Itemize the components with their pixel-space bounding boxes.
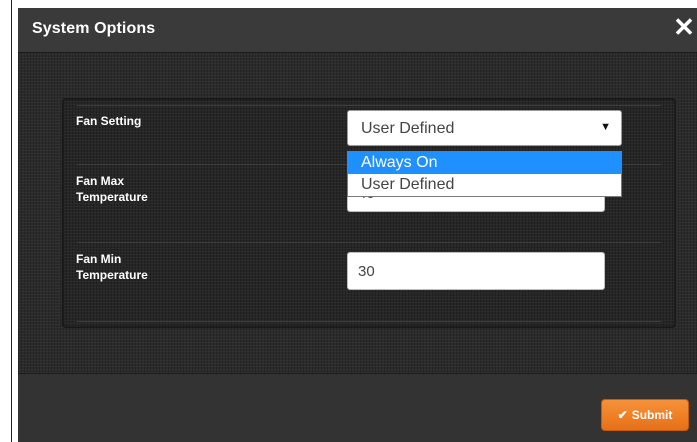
fan-max-temperature-label: Fan Max Temperature [76, 173, 148, 205]
screen: System Options ✕ Fan Setting Fan Max Tem… [0, 0, 697, 442]
check-icon: ✔ [617, 408, 628, 422]
dialog-header: System Options ✕ [18, 8, 697, 53]
submit-button[interactable]: ✔ Submit [601, 399, 689, 431]
chevron-down-icon: ▼ [600, 121, 611, 133]
dialog-title: System Options [32, 20, 156, 37]
fan-setting-dropdown-list: Always On User Defined [347, 151, 622, 197]
dialog-footer: ✔ Submit [18, 373, 697, 442]
dropdown-option-always-on[interactable]: Always On [348, 152, 621, 174]
fan-min-label-line1: Fan Min [76, 252, 122, 266]
row-divider [77, 105, 661, 106]
row-divider [77, 242, 661, 243]
dropdown-option-user-defined[interactable]: User Defined [348, 174, 621, 196]
fan-min-label-line2: Temperature [76, 268, 148, 282]
fan-setting-selected-value: User Defined [361, 120, 455, 137]
fan-min-temperature-label: Fan Min Temperature [76, 251, 148, 283]
fan-max-label-line1: Fan Max [76, 174, 125, 188]
fan-setting-label: Fan Setting [76, 114, 142, 128]
window-edge-divider [11, 0, 12, 442]
row-divider [77, 321, 661, 322]
submit-button-label: Submit [631, 408, 673, 422]
fan-setting-select[interactable]: User Defined ▼ [347, 110, 622, 146]
form-panel: Fan Setting Fan Max Temperature 40 Fan M… [62, 98, 676, 328]
fan-min-temperature-input[interactable]: 30 [347, 252, 605, 290]
fan-max-label-line2: Temperature [76, 190, 148, 204]
system-options-dialog: System Options ✕ Fan Setting Fan Max Tem… [18, 8, 697, 442]
close-icon[interactable]: ✕ [673, 14, 695, 40]
